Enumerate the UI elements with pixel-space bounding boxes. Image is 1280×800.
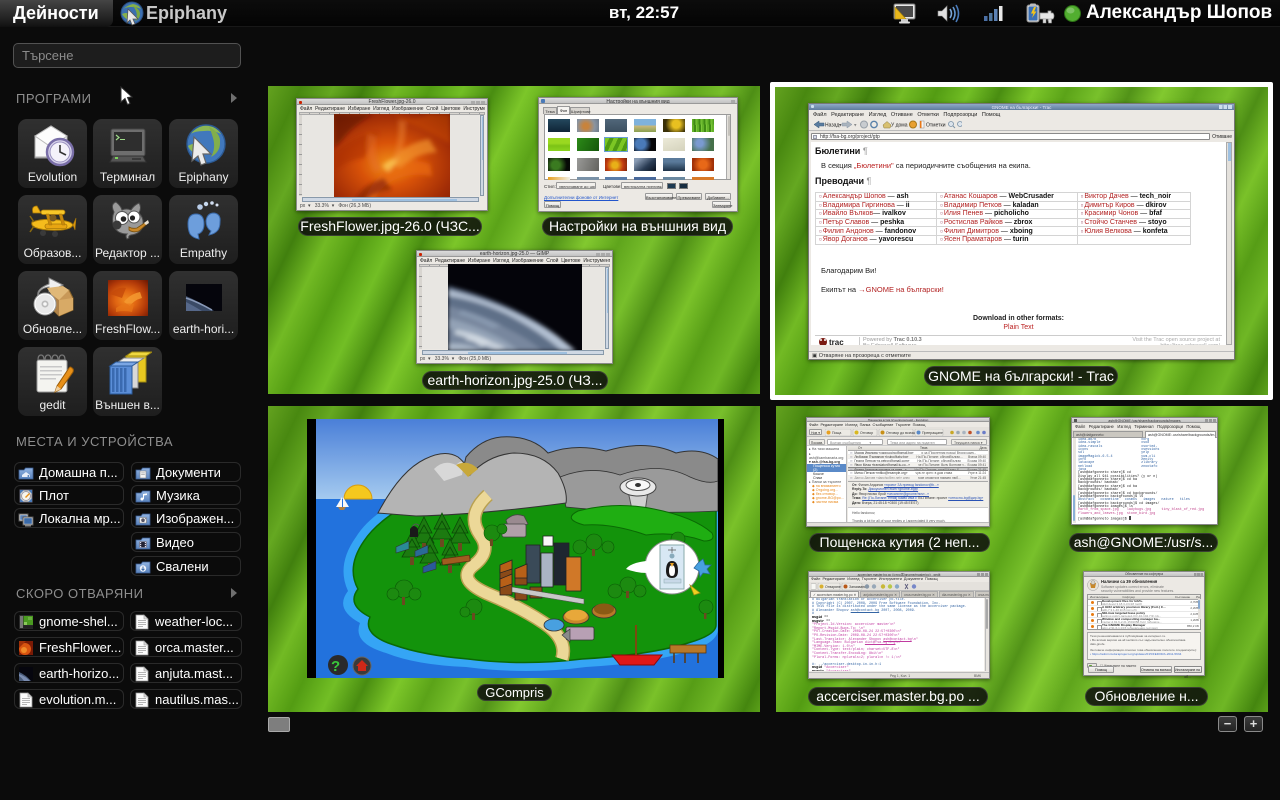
svg-text:Отговор: Отговор	[860, 431, 873, 435]
svg-text:trac: trac	[829, 338, 844, 345]
svg-text:У дома: У дома	[891, 123, 908, 129]
svg-text:Отметки: Отметки	[926, 123, 946, 129]
svg-text:?: ?	[331, 658, 340, 675]
svg-text:Препращане: Препращане	[922, 431, 943, 435]
svg-text:▾: ▾	[854, 123, 857, 129]
svg-text:Поща: Поща	[832, 431, 841, 435]
svg-text:▾: ▾	[839, 123, 842, 129]
svg-text:Отговор до всички: Отговор до всички	[886, 431, 916, 435]
svg-text:Отваряне ▾: Отваряне ▾	[825, 585, 844, 589]
svg-text:Назад: Назад	[825, 123, 839, 129]
svg-text:Запазване: Запазване	[849, 585, 866, 589]
